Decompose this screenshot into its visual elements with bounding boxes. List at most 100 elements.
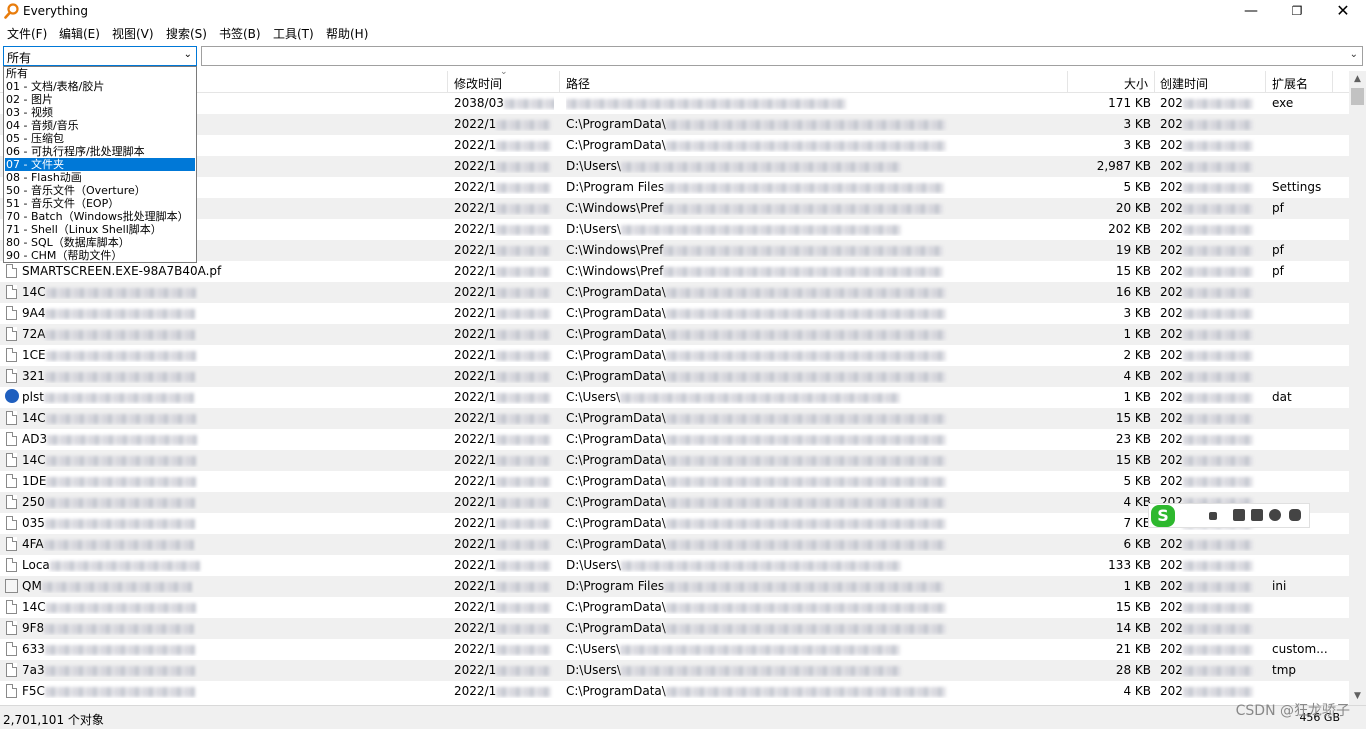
menu-help[interactable]: 帮助(H) <box>326 25 368 42</box>
table-row[interactable]: 2022/1 D:\Users\ 2,987 KB 202 <box>0 156 1349 177</box>
filter-option[interactable]: 06 - 可执行程序/批处理脚本 <box>5 145 195 158</box>
column-resize-handle[interactable] <box>559 71 560 93</box>
table-row[interactable]: 2022/1 D:\Program Files 5 KB 202 Settings <box>0 177 1349 198</box>
file-path: C:\ProgramData\ <box>566 537 1066 551</box>
ime-punctuation-icon[interactable] <box>1209 512 1217 520</box>
table-row[interactable]: 2022/1 C:\Windows\Pref 19 KB 202 pf <box>0 240 1349 261</box>
column-resize-handle[interactable] <box>1332 71 1333 93</box>
table-row[interactable]: 4FA 2022/1 C:\ProgramData\ 6 KB 202 <box>0 534 1349 555</box>
filter-option[interactable]: 03 - 视频 <box>5 106 195 119</box>
menu-edit[interactable]: 编辑(E) <box>59 25 100 42</box>
search-input[interactable] <box>201 46 1363 66</box>
file-size: 28 KB <box>1115 663 1151 677</box>
table-row[interactable]: QM 2022/1 D:\Program Files 1 KB 202 ini <box>0 576 1349 597</box>
table-row[interactable]: 1DE 2022/1 C:\ProgramData\ 5 KB 202 <box>0 471 1349 492</box>
menu-bookmarks[interactable]: 书签(B) <box>219 25 261 42</box>
menu-search[interactable]: 搜索(S) <box>166 25 207 42</box>
file-path: D:\Users\ <box>566 222 1066 236</box>
redacted-text <box>496 539 552 550</box>
table-row[interactable]: 9A4 2022/1 C:\ProgramData\ 3 KB 202 <box>0 303 1349 324</box>
redacted-text <box>496 140 552 151</box>
filter-option[interactable]: 90 - CHM（帮助文件） <box>5 249 195 262</box>
sogou-ime-logo-icon[interactable]: S <box>1151 505 1175 527</box>
ime-toolbox-icon[interactable] <box>1289 509 1301 521</box>
table-row[interactable]: r-EmEditor-21.x).exe2038/03171 KB202exe <box>0 93 1349 114</box>
redacted-text <box>665 329 946 340</box>
filter-option[interactable]: 04 - 音频/音乐 <box>5 119 195 132</box>
table-row[interactable]: 2022/1 D:\Users\ 202 KB 202 <box>0 219 1349 240</box>
redacted-text <box>664 581 945 592</box>
column-resize-handle[interactable] <box>447 71 448 93</box>
redacted-text <box>665 434 946 445</box>
close-button[interactable]: ✕ <box>1320 0 1366 22</box>
table-row[interactable]: SMARTSCREEN.EXE-98A7B40A.pf 2022/1 C:\Wind… <box>0 261 1349 282</box>
created-date: 202 <box>1160 138 1260 152</box>
column-resize-handle[interactable] <box>1154 71 1155 93</box>
filter-option[interactable]: 05 - 压缩包 <box>5 132 195 145</box>
filter-option[interactable]: 所有 <box>5 67 195 80</box>
table-row[interactable]: 250 2022/1 C:\ProgramData\ 4 KB 202 <box>0 492 1349 513</box>
menu-file[interactable]: 文件(F) <box>7 25 47 42</box>
scroll-up-arrow-icon[interactable]: ▲ <box>1349 71 1366 88</box>
ime-keyboard-icon[interactable] <box>1233 509 1245 521</box>
redacted-text <box>503 98 554 109</box>
table-row[interactable]: 14C 2022/1 C:\ProgramData\ 15 KB 202 <box>0 408 1349 429</box>
table-row[interactable]: 321 2022/1 C:\ProgramData\ 4 KB 202 <box>0 366 1349 387</box>
ime-skin-icon[interactable] <box>1251 509 1263 521</box>
file-name: 14C <box>22 411 442 425</box>
redacted-text <box>620 224 901 235</box>
scroll-down-arrow-icon[interactable]: ▼ <box>1349 688 1366 705</box>
column-path-header[interactable]: 路径 <box>566 75 590 92</box>
table-row[interactable]: 14C 2022/1 C:\ProgramData\ 15 KB 202 <box>0 597 1349 618</box>
table-row[interactable]: 72A 2022/1 C:\ProgramData\ 1 KB 202 <box>0 324 1349 345</box>
menu-tools[interactable]: 工具(T) <box>273 25 314 42</box>
table-row[interactable]: 14C 2022/1 C:\ProgramData\ 15 KB 202 <box>0 450 1349 471</box>
filter-option[interactable]: 02 - 图片 <box>5 93 195 106</box>
column-modified-header[interactable]: 修改时间 <box>454 75 502 92</box>
table-row[interactable]: AD3 2022/1 C:\ProgramData\ 23 KB 202 <box>0 429 1349 450</box>
maximize-button[interactable]: ❐ <box>1274 0 1320 22</box>
created-date: 202 <box>1160 180 1260 194</box>
created-date: 202 <box>1160 159 1260 173</box>
table-row[interactable]: F5C 2022/1 C:\ProgramData\ 4 KB 202 <box>0 681 1349 702</box>
redacted-text <box>1182 224 1253 235</box>
table-row[interactable]: 2022/1 C:\Windows\Pref 20 KB 202 pf <box>0 198 1349 219</box>
scrollbar-thumb[interactable] <box>1351 88 1364 105</box>
filter-option[interactable]: 80 - SQL（数据库脚本） <box>5 236 195 249</box>
search-history-chevron-icon[interactable]: ⌄ <box>1350 49 1358 60</box>
table-row[interactable]: 9F8 2022/1 C:\ProgramData\ 14 KB 202 <box>0 618 1349 639</box>
filter-option[interactable]: 08 - Flash动画 <box>5 171 195 184</box>
table-row[interactable]: 0352022/1C:\ProgramData\7 KB202 <box>0 513 1349 534</box>
table-row[interactable]: 633 2022/1 C:\Users\ 21 KB 202 custom... <box>0 639 1349 660</box>
column-created-header[interactable]: 创建时间 <box>1160 75 1208 92</box>
filter-select[interactable]: 所有 ⌄ <box>3 46 197 66</box>
redacted-text <box>1182 560 1253 571</box>
redacted-text <box>496 518 552 529</box>
status-bar: 2,701,101 个对象 456 GB <box>0 705 1366 729</box>
filter-option[interactable]: 70 - Batch（Windows批处理脚本） <box>5 210 195 223</box>
table-row[interactable]: 1CE 2022/1 C:\ProgramData\ 2 KB 202 <box>0 345 1349 366</box>
table-row[interactable]: 7a3 2022/1 D:\Users\ 28 KB 202 tmp <box>0 660 1349 681</box>
filter-option[interactable]: 71 - Shell（Linux Shell脚本） <box>5 223 195 236</box>
minimize-button[interactable]: — <box>1228 0 1274 22</box>
table-row[interactable]: 2022/1 C:\ProgramData\ 3 KB 202 <box>0 135 1349 156</box>
filter-option[interactable]: 01 - 文档/表格/胶片 <box>5 80 195 93</box>
ime-user-icon[interactable] <box>1269 509 1281 521</box>
table-row[interactable]: Loca 2022/1 D:\Users\ 133 KB 202 <box>0 555 1349 576</box>
menu-view[interactable]: 视图(V) <box>112 25 154 42</box>
filter-option-highlighted[interactable]: 07 - 文件夹 <box>5 158 195 171</box>
column-ext-header[interactable]: 扩展名 <box>1272 75 1308 92</box>
file-extension: pf <box>1272 264 1284 278</box>
modified-date: 2022/1 <box>454 285 554 299</box>
column-resize-handle[interactable] <box>1067 71 1068 93</box>
filter-option[interactable]: 51 - 音乐文件（EOP） <box>5 197 195 210</box>
filter-option[interactable]: 50 - 音乐文件（Overture） <box>5 184 195 197</box>
table-row[interactable]: plst 2022/1 C:\Users\ 1 KB 202 dat <box>0 387 1349 408</box>
table-row[interactable]: 2022/1 C:\ProgramData\ 3 KB 202 <box>0 114 1349 135</box>
redacted-text <box>496 581 552 592</box>
column-resize-handle[interactable] <box>1265 71 1266 93</box>
vertical-scrollbar[interactable]: ▲ ▼ <box>1349 71 1366 705</box>
table-row[interactable]: 14C 2022/1 C:\ProgramData\ 16 KB 202 <box>0 282 1349 303</box>
ime-toolbar[interactable]: S <box>1148 503 1310 528</box>
column-size-header[interactable]: 大小 <box>1124 75 1148 92</box>
